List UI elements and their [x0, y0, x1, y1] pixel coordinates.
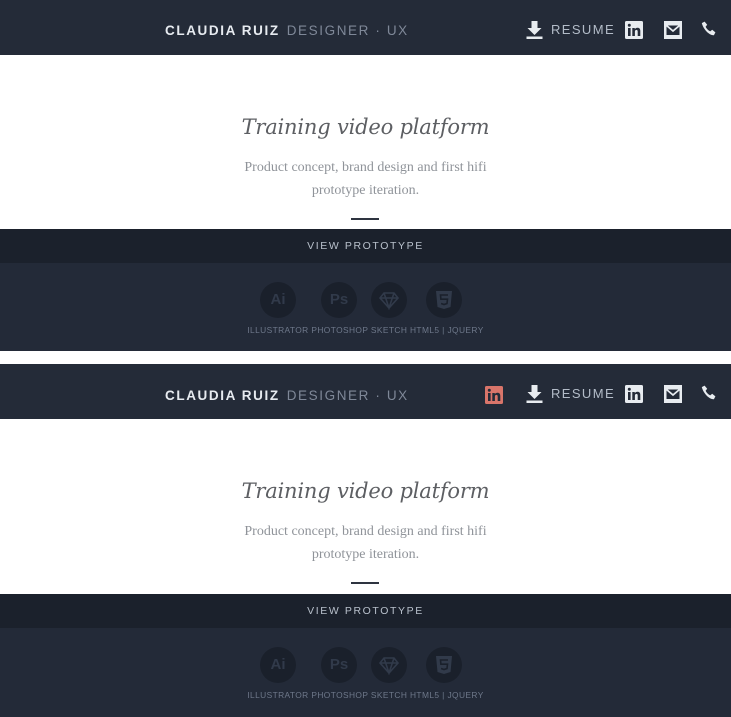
download-icon — [526, 21, 543, 39]
linkedin-icon — [625, 385, 643, 403]
phone-link[interactable] — [701, 21, 718, 43]
project-hero: Training video platform Product concept,… — [0, 55, 731, 229]
tools-section: Ai Ps ILLUSTRATOR PHOTOSHOP SKETCH HTML5… — [0, 628, 731, 717]
brand-name: CLAUDIA RUIZ — [165, 23, 280, 38]
linkedin-link[interactable] — [625, 21, 643, 44]
resume-label: RESUME — [551, 386, 616, 401]
photoshop-icon: Ps — [321, 647, 357, 683]
brand-name: CLAUDIA RUIZ — [165, 388, 280, 403]
html5-icon — [426, 282, 462, 318]
resume-label: RESUME — [551, 22, 616, 37]
sketch-icon — [371, 647, 407, 683]
project-title: Training video platform — [241, 479, 490, 503]
linkedin-icon — [625, 21, 643, 39]
linkedin-icon — [485, 386, 503, 404]
project-title: Training video platform — [241, 115, 490, 139]
project-hero: Training video platform Product concept,… — [0, 419, 731, 593]
html5-icon — [426, 647, 462, 683]
brand[interactable]: CLAUDIA RUIZ DESIGNER · UX — [165, 0, 409, 55]
divider — [351, 582, 379, 584]
tools-list: ILLUSTRATOR PHOTOSHOP SKETCH HTML5 | JQU… — [247, 690, 484, 700]
sketch-icon — [371, 282, 407, 318]
top-nav: CLAUDIA RUIZ DESIGNER · UX RESUME — [0, 364, 731, 420]
brand[interactable]: CLAUDIA RUIZ DESIGNER · UX — [165, 364, 409, 419]
tools-list: ILLUSTRATOR PHOTOSHOP SKETCH HTML5 | JQU… — [247, 325, 484, 335]
email-link[interactable] — [664, 21, 682, 44]
photoshop-icon: Ps — [321, 282, 357, 318]
top-nav: CLAUDIA RUIZ DESIGNER · UX RESUME — [0, 0, 731, 55]
brand-role: DESIGNER · UX — [286, 388, 409, 403]
tools-section: Ai Ps ILLUSTRATOR PHOTOSHOP SKETCH HTML5… — [0, 263, 731, 351]
illustrator-icon: Ai — [260, 647, 296, 683]
view-prototype-button[interactable]: VIEW PROTOTYPE — [0, 594, 731, 628]
mail-icon — [664, 385, 682, 403]
project-card-2: CLAUDIA RUIZ DESIGNER · UX RESUME Traini… — [0, 364, 731, 717]
phone-icon — [701, 21, 716, 36]
view-prototype-button[interactable]: VIEW PROTOTYPE — [0, 229, 731, 263]
phone-icon — [701, 385, 716, 400]
brand-role: DESIGNER · UX — [286, 23, 409, 38]
project-description: Product concept, brand design and first … — [244, 160, 487, 198]
phone-link[interactable] — [701, 385, 718, 407]
linkedin-link-highlighted[interactable] — [485, 386, 503, 409]
divider — [351, 218, 379, 220]
project-card-1: CLAUDIA RUIZ DESIGNER · UX RESUME Traini… — [0, 0, 731, 351]
email-link[interactable] — [664, 385, 682, 408]
download-icon — [526, 385, 543, 403]
project-description: Product concept, brand design and first … — [244, 524, 487, 562]
mail-icon — [664, 21, 682, 39]
illustrator-icon: Ai — [260, 282, 296, 318]
linkedin-link[interactable] — [625, 385, 643, 408]
